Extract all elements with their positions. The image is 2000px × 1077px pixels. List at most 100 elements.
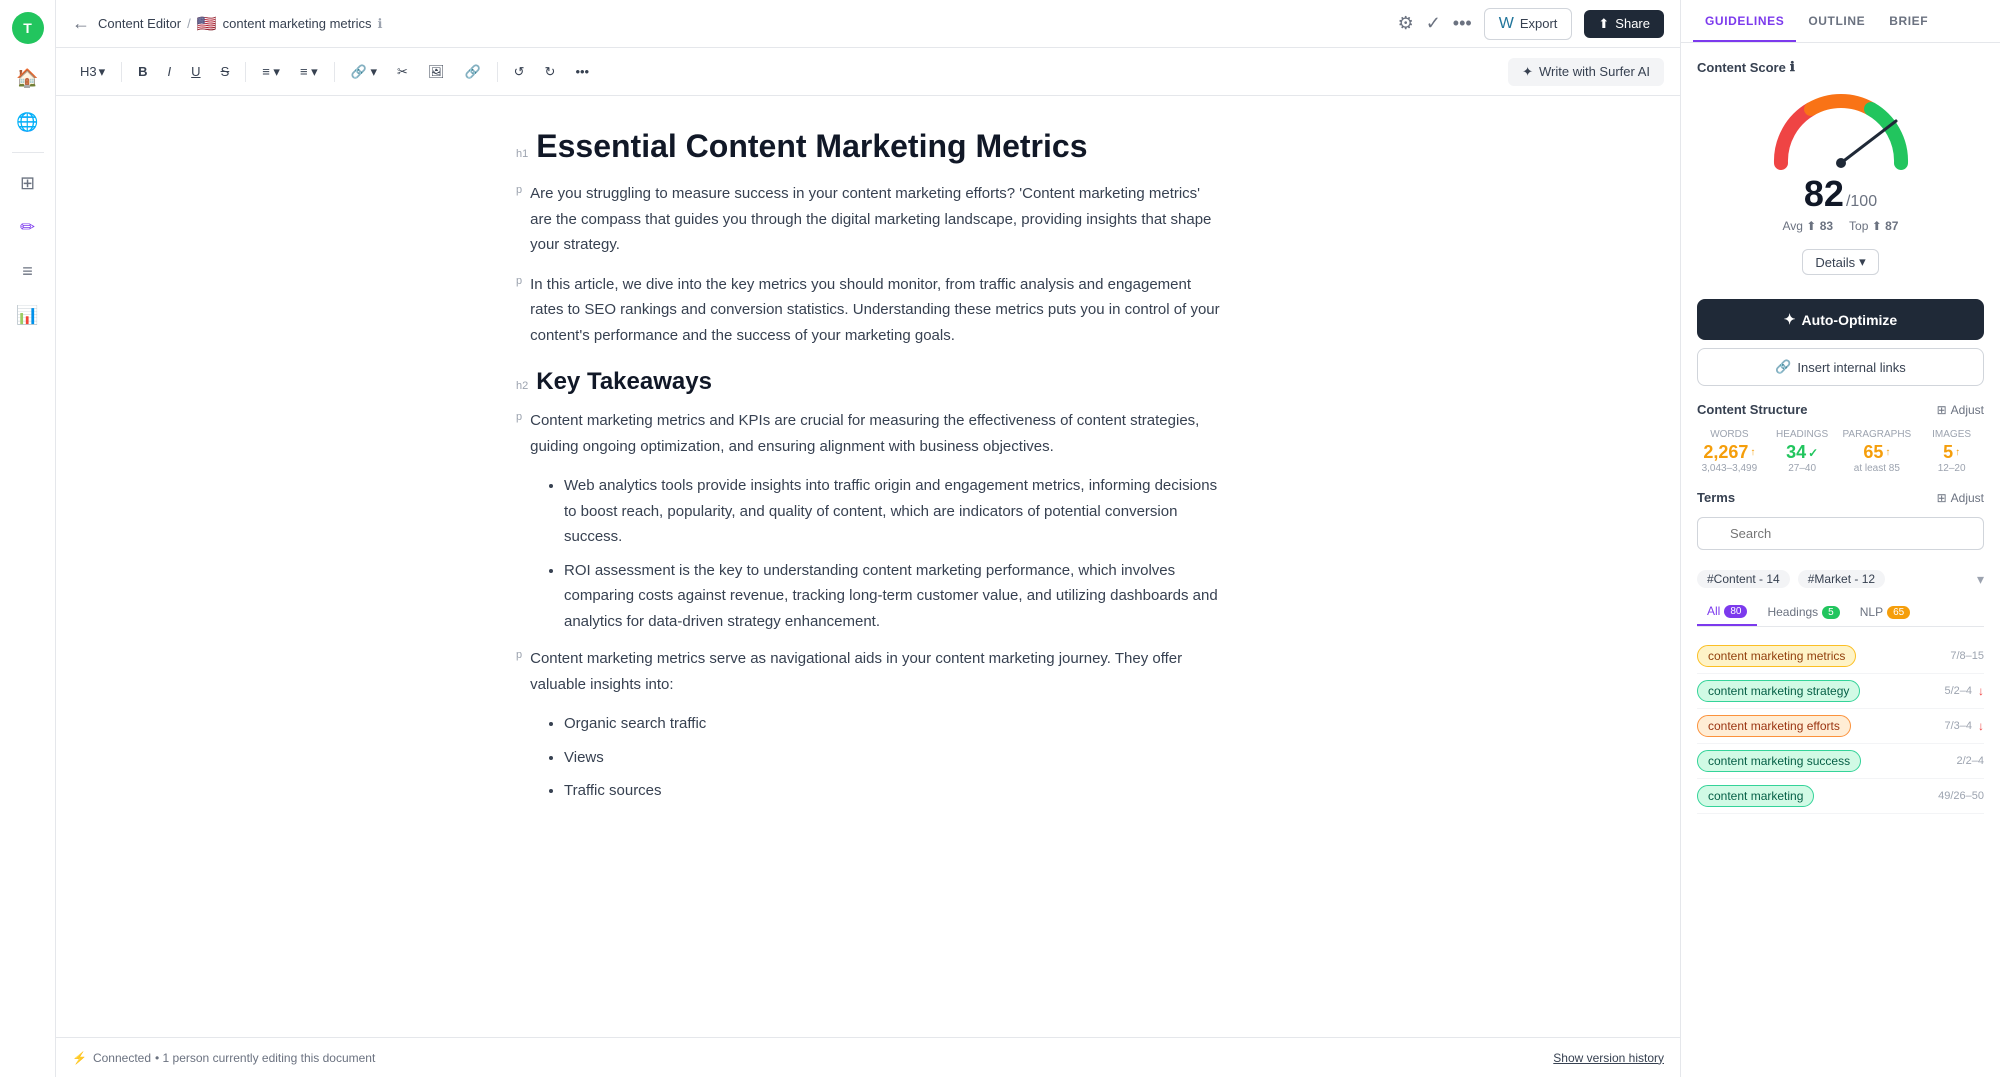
check-icon[interactable]: ✓	[1426, 13, 1441, 34]
image-button[interactable]: 🖼	[420, 60, 453, 84]
more-icon[interactable]: •••	[1453, 13, 1472, 34]
struct-paragraphs-range: at least 85	[1843, 463, 1912, 474]
underline-button[interactable]: U	[183, 60, 208, 83]
filter-tab-headings[interactable]: Headings 5	[1757, 598, 1849, 626]
term-row-4: content marketing success 2/2–4	[1697, 744, 1984, 779]
avatar[interactable]: T	[12, 12, 44, 44]
struct-headings: HEADINGS 34 ✓ 27–40	[1770, 429, 1835, 474]
connected-label: Connected	[93, 1051, 151, 1065]
show-version-button[interactable]: Show version history	[1553, 1051, 1664, 1065]
bullet-item-5: Traffic sources	[564, 778, 1220, 804]
bullet-list-1: Web analytics tools provide insights int…	[564, 473, 1220, 634]
bold-button[interactable]: B	[130, 60, 155, 83]
share-button[interactable]: ⬆ Share	[1584, 10, 1664, 38]
filter-tab-all[interactable]: All 80	[1697, 598, 1757, 626]
toolbar-sep-1	[121, 62, 122, 82]
insert-links-button[interactable]: 🔗 Insert internal links	[1697, 348, 1984, 386]
scissors-button[interactable]: ✂	[389, 60, 416, 84]
terms-adjust-icon: ⊞	[1937, 491, 1947, 505]
score-info-icon[interactable]: ℹ	[1790, 59, 1795, 75]
sidebar-globe-icon[interactable]: 🌐	[10, 104, 46, 140]
tag-content[interactable]: #Content - 14	[1697, 570, 1790, 588]
paragraph-4: p Content marketing metrics serve as nav…	[516, 646, 1220, 697]
heading-selector[interactable]: H3 ▾	[72, 60, 113, 84]
term-range-1: 7/8–15	[1950, 650, 1984, 662]
term-chip-1[interactable]: content marketing metrics	[1697, 645, 1856, 667]
write-with-surfer-button[interactable]: ✦ Write with Surfer AI	[1508, 58, 1664, 86]
redo-button[interactable]: ↻	[537, 60, 564, 84]
term-range-4: 2/2–4	[1956, 755, 1984, 767]
para-marker-4: p	[516, 646, 522, 665]
struct-words: WORDS 2,267 ↑ 3,043–3,499	[1697, 429, 1762, 474]
sidebar-list-icon[interactable]: ≡	[10, 253, 46, 289]
structure-adjust-button[interactable]: ⊞ Adjust	[1937, 403, 1984, 417]
tab-outline[interactable]: OUTLINE	[1796, 0, 1877, 42]
link-button[interactable]: 🔗 ▾	[343, 60, 385, 84]
terms-adjust-button[interactable]: ⊞ Adjust	[1937, 491, 1984, 505]
content-score-label: Content Score ℹ	[1697, 59, 1984, 75]
images-arrow: ↑	[1955, 447, 1960, 458]
editing-label: • 1 person currently editing this docume…	[155, 1051, 375, 1065]
top-bar-actions: ⚙ ✓ ••• W Export ⬆ Share	[1398, 8, 1664, 40]
term-chip-3[interactable]: content marketing efforts	[1697, 715, 1851, 737]
editor-toolbar: H3 ▾ B I U S ≡ ▾ ≡ ▾ 🔗 ▾ ✂ 🖼 🔗 ↺ ↻ ••• ✦…	[56, 48, 1680, 96]
paragraphs-arrow: ↑	[1885, 447, 1890, 458]
struct-paragraphs-value: 65 ↑	[1843, 442, 1912, 463]
para-marker-3: p	[516, 408, 522, 427]
paragraph-2: p In this article, we dive into the key …	[516, 272, 1220, 349]
auto-optimize-button[interactable]: ✦ Auto-Optimize	[1697, 299, 1984, 340]
tag-market[interactable]: #Market - 12	[1798, 570, 1885, 588]
gauge-wrapper	[1761, 83, 1921, 173]
editor-content[interactable]: h1 Essential Content Marketing Metrics p…	[468, 96, 1268, 1037]
panel-body: Content Score ℹ	[1681, 43, 2000, 1077]
filter-tabs: All 80 Headings 5 NLP 65	[1697, 598, 1984, 627]
italic-button[interactable]: I	[160, 60, 180, 83]
bullet-list-2: Organic search traffic Views Traffic sou…	[564, 711, 1220, 804]
content-structure-section: Content Structure ⊞ Adjust WORDS 2,267 ↑…	[1697, 402, 1984, 474]
strikethrough-button[interactable]: S	[213, 60, 238, 83]
filter-badge-nlp: 65	[1887, 606, 1910, 619]
tab-guidelines[interactable]: GUIDELINES	[1693, 0, 1796, 42]
struct-paragraphs: PARAGRAPHS 65 ↑ at least 85	[1843, 429, 1912, 474]
more-toolbar-button[interactable]: •••	[567, 60, 597, 83]
score-avg-top: Avg ⬆ 83 Top ⬆ 87	[1783, 219, 1899, 233]
content-structure-label: Content Structure ⊞ Adjust	[1697, 402, 1984, 417]
sidebar-divider	[12, 152, 44, 153]
list-button[interactable]: ≡ ▾	[292, 60, 326, 84]
tab-brief[interactable]: BRIEF	[1877, 0, 1940, 42]
undo-button[interactable]: ↺	[506, 60, 533, 84]
info-icon[interactable]: ℹ	[378, 16, 383, 32]
para-marker-1: p	[516, 181, 522, 200]
term-row-2: content marketing strategy 5/2–4 ↓	[1697, 674, 1984, 709]
h2-marker: h2	[516, 380, 528, 392]
term-chip-5[interactable]: content marketing	[1697, 785, 1814, 807]
breadcrumb-content-editor[interactable]: Content Editor	[98, 16, 181, 31]
url-button[interactable]: 🔗	[456, 60, 488, 84]
term-row-3: content marketing efforts 7/3–4 ↓	[1697, 709, 1984, 744]
back-button[interactable]: ←	[72, 13, 90, 34]
sidebar-chart-icon[interactable]: 📊	[10, 297, 46, 333]
export-button[interactable]: W Export	[1484, 8, 1573, 40]
terms-search-input[interactable]	[1697, 517, 1984, 550]
term-chip-4[interactable]: content marketing success	[1697, 750, 1861, 772]
tags-chevron[interactable]: ▾	[1977, 571, 1984, 588]
sidebar-home-icon[interactable]: 🏠	[10, 60, 46, 96]
term-arrow-3: ↓	[1978, 719, 1984, 733]
sidebar-apps-icon[interactable]: ⊞	[10, 165, 46, 201]
score-number: 82	[1804, 173, 1844, 215]
details-button[interactable]: Details ▾	[1802, 249, 1878, 275]
term-chip-2[interactable]: content marketing strategy	[1697, 680, 1860, 702]
filter-tab-nlp[interactable]: NLP 65	[1850, 598, 1920, 626]
heading-h2: h2 Key Takeaways	[516, 368, 1220, 396]
adjust-icon: ⊞	[1937, 403, 1947, 417]
breadcrumb-doc-title[interactable]: content marketing metrics	[223, 16, 372, 31]
struct-words-label: WORDS	[1697, 429, 1762, 440]
align-button[interactable]: ≡ ▾	[254, 60, 288, 84]
struct-headings-range: 27–40	[1770, 463, 1835, 474]
sidebar-editor-icon[interactable]: ✏	[10, 209, 46, 245]
term-arrow-2: ↓	[1978, 684, 1984, 698]
bottom-bar: ⚡ Connected • 1 person currently editing…	[56, 1037, 1680, 1077]
search-wrapper: 🔍	[1697, 517, 1984, 560]
settings-icon[interactable]: ⚙	[1398, 13, 1414, 34]
filter-badge-all: 80	[1724, 605, 1747, 618]
